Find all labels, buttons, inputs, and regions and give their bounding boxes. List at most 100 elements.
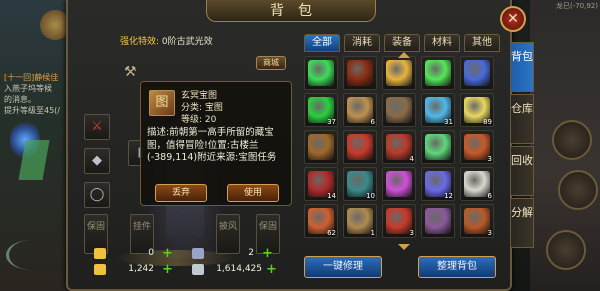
item-icon	[464, 60, 490, 86]
item-icon	[386, 134, 412, 160]
effect-label: 强化特效:	[120, 37, 160, 47]
effect-value: 0阶古武光效	[161, 37, 213, 47]
tab-other[interactable]: 其他	[464, 34, 500, 52]
item-icon	[308, 134, 334, 160]
inventory-slot[interactable]: 1	[343, 204, 377, 238]
item-icon	[464, 134, 490, 160]
skill-button[interactable]	[558, 170, 598, 210]
item-count: 6	[487, 192, 492, 200]
leaf-decoration	[6, 240, 56, 270]
quest-tracker[interactable]: [十一回]静候佳 入燕子坞等候 的消息。 提升等级至45(/	[4, 72, 66, 116]
item-level: 等级: 20	[181, 115, 217, 125]
close-icon: ✕	[507, 11, 519, 27]
item-count: 31	[444, 118, 453, 126]
inventory-slot[interactable]	[304, 56, 338, 90]
discard-button[interactable]: 丢弃	[155, 184, 207, 202]
quest-line: 的消息。	[4, 95, 36, 104]
currency-row: 1,242 + 1,614,425 +	[80, 263, 290, 278]
currency-value: 1,614,425	[216, 264, 262, 274]
side-tab-decompose[interactable]: 分解	[510, 198, 534, 248]
inventory-slot[interactable]: 6	[460, 167, 494, 201]
inventory-slot[interactable]	[382, 93, 416, 127]
close-button[interactable]: ✕	[500, 6, 526, 32]
inventory-slot[interactable]: 31	[421, 93, 455, 127]
inventory-slot[interactable]	[421, 204, 455, 238]
sort-bag-button[interactable]: 整理背包	[418, 256, 496, 278]
ring-icon: ◯	[89, 187, 105, 202]
item-tooltip: 图 玄冥宝图 分类: 宝图 等级: 20 描述:前朝第一高手所留的藏宝图，值得冒…	[140, 81, 292, 206]
equip-slot-ring[interactable]: ◯	[84, 182, 110, 208]
inventory-slot[interactable]	[343, 56, 377, 90]
item-icon	[386, 171, 412, 197]
coin-icon	[192, 264, 204, 275]
add-ingot-button[interactable]: +	[162, 247, 173, 260]
map-coordinates: 龙巳(-70,92)	[555, 2, 598, 10]
side-tab-bag[interactable]: 背包	[510, 42, 534, 92]
side-tab-recycle[interactable]: 回收	[510, 146, 534, 196]
skill-button[interactable]	[552, 120, 592, 160]
quest-line: [十一回]静候佳	[4, 73, 59, 82]
item-count: 10	[366, 192, 375, 200]
shop-button[interactable]: 商城	[256, 56, 286, 70]
currency-value: 1,242	[128, 264, 154, 274]
scroll-down-arrow-icon[interactable]	[398, 244, 410, 250]
tab-consumable[interactable]: 消耗	[344, 34, 380, 52]
item-icon	[347, 208, 373, 234]
inventory-slot[interactable]	[382, 167, 416, 201]
side-tab-warehouse[interactable]: 仓库	[510, 94, 534, 144]
scroll-up-arrow-icon[interactable]	[398, 52, 410, 58]
inventory-slot[interactable]: 6	[343, 93, 377, 127]
add-coin-button[interactable]: +	[266, 263, 277, 276]
currency-value: 2	[248, 248, 254, 258]
equip-slot-weapon[interactable]: ⚔	[84, 114, 110, 140]
sword-icon: ⚔	[91, 119, 103, 134]
item-icon	[464, 171, 490, 197]
item-count: 1	[370, 229, 375, 237]
inventory-slot[interactable]: 4	[382, 130, 416, 164]
inventory-slot[interactable]: 89	[460, 93, 494, 127]
inventory-slot[interactable]: 62	[304, 204, 338, 238]
item-icon	[425, 60, 451, 86]
inventory-slot[interactable]: 10	[343, 167, 377, 201]
inventory-slot[interactable]	[421, 56, 455, 90]
inventory-slot[interactable]	[304, 130, 338, 164]
item-icon	[308, 60, 334, 86]
world-left: [十一回]静候佳 入燕子坞等候 的消息。 提升等级至45(/	[0, 0, 70, 291]
item-icon	[386, 208, 412, 234]
inventory-slot[interactable]: 12	[421, 167, 455, 201]
skill-button[interactable]	[546, 230, 586, 270]
item-icon	[425, 134, 451, 160]
tab-material[interactable]: 材料	[424, 34, 460, 52]
item-icon	[347, 60, 373, 86]
tab-all[interactable]: 全部	[304, 34, 340, 52]
item-count: 3	[409, 229, 414, 237]
inventory-slot[interactable]: 3	[382, 204, 416, 238]
item-count: 12	[444, 192, 453, 200]
currency-value: 0	[148, 248, 154, 258]
add-silver-button[interactable]: +	[262, 247, 273, 260]
inventory-slot[interactable]	[343, 130, 377, 164]
inventory-slot[interactable]: 14	[304, 167, 338, 201]
item-count: 6	[370, 118, 375, 126]
equip-slot-armor[interactable]: ◆	[84, 148, 110, 174]
inventory-grid: 37 6 31 89 4 3 14 10 12 6 62 1 3 3	[304, 56, 500, 242]
tab-equipment[interactable]: 装备	[384, 34, 420, 52]
add-gold-button[interactable]: +	[162, 263, 173, 276]
item-icon	[386, 60, 412, 86]
inventory-slot[interactable]	[421, 130, 455, 164]
inventory-slot[interactable]	[382, 56, 416, 90]
inventory-slot[interactable]: 3	[460, 204, 494, 238]
item-icon	[347, 97, 373, 123]
gold-ingot-icon	[94, 248, 106, 259]
inventory-slot[interactable]: 3	[460, 130, 494, 164]
quest-line: 提升等级至45(/	[4, 106, 60, 115]
use-button[interactable]: 使用	[227, 184, 279, 202]
item-icon	[425, 208, 451, 234]
item-icon	[386, 97, 412, 123]
item-count: 89	[483, 118, 492, 126]
item-count: 62	[327, 229, 336, 237]
inventory-slot[interactable]: 37	[304, 93, 338, 127]
hammer-icon: ⚒	[124, 64, 137, 80]
repair-all-button[interactable]: 一键修理	[304, 256, 382, 278]
inventory-slot[interactable]	[460, 56, 494, 90]
